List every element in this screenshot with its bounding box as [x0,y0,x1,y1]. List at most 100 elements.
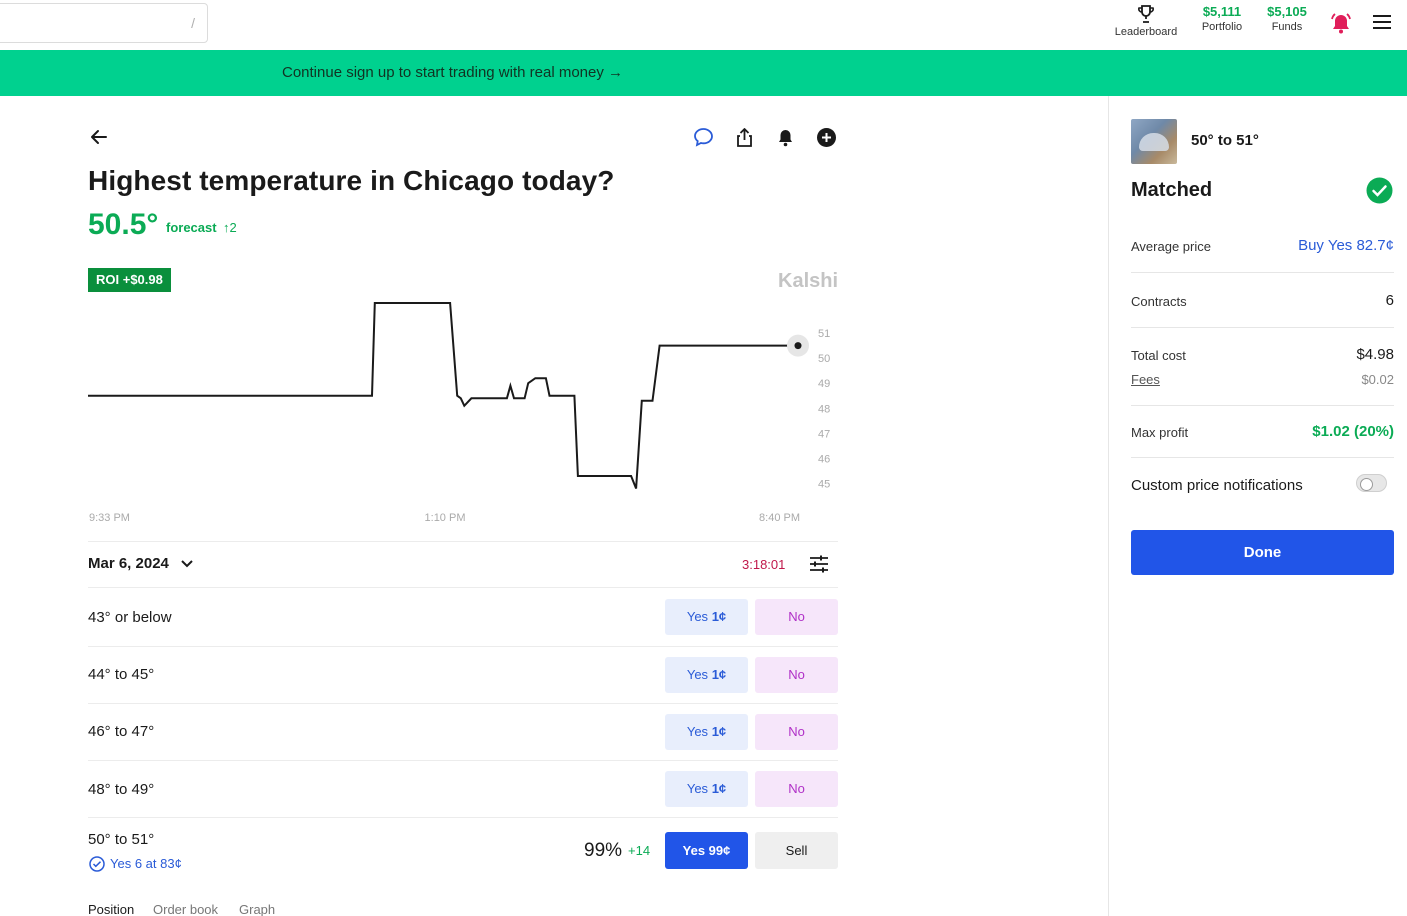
contracts-label: Contracts [1131,294,1187,309]
divider [88,760,838,761]
price-line [88,302,798,489]
add-circle-icon[interactable] [816,127,837,148]
sell-button[interactable]: Sell [755,832,838,869]
buy-yes-button[interactable]: Yes 1¢ [665,599,748,635]
last-point-marker [794,342,802,350]
x-tick-label: 9:33 PM [89,512,130,524]
forecast-delta: ↑2 [223,220,237,235]
alarm-bell-icon[interactable] [1329,11,1353,35]
portfolio-label: Portfolio [1201,21,1243,33]
total-cost-label: Total cost [1131,348,1186,363]
comment-icon[interactable] [693,127,714,148]
forecast-label: forecast [166,220,217,235]
yes-label: Yes [686,724,709,739]
max-profit-label: Max profit [1131,425,1189,440]
signup-banner-text[interactable]: Continue sign up to start trading with r… [282,64,623,81]
divider [1131,457,1394,458]
total-cost-value: $4.98 [1356,346,1394,363]
fees-link[interactable]: Fees [1131,372,1160,387]
hamburger-menu-icon[interactable] [1372,13,1392,31]
market-row-name: 44° to 45° [88,666,155,683]
back-arrow-icon[interactable] [89,127,109,147]
y-tick-label: 50 [818,353,830,365]
tab-order-book[interactable]: Order book [153,902,218,916]
roi-badge: ROI +$0.98 [88,268,171,292]
yes-price: 1¢ [711,667,727,682]
order-confirmation-panel: 50° to 51° Matched Average price Buy Yes… [1108,96,1407,916]
yes-price: 1¢ [711,609,727,624]
funds-label: Funds [1271,21,1303,33]
divider [1131,272,1394,273]
kalshi-watermark: Kalshi [778,270,839,292]
price-notifications-toggle[interactable] [1356,474,1387,492]
panel-market-name: 50° to 51° [1191,132,1259,149]
check-circle-icon [1366,177,1393,204]
buy-no-button[interactable]: No [755,599,838,635]
contracts-value: 6 [1385,292,1394,309]
buy-yes-button[interactable]: Yes 99¢ [665,832,748,869]
market-row: 43° or below Yes 1¢ No [88,599,838,635]
probability-percent: 99% [584,840,623,861]
market-row-name: 46° to 47° [88,723,155,740]
tab-position[interactable]: Position [88,902,134,916]
fees-value: $0.02 [1361,372,1394,387]
market-row: 48° to 49° Yes 1¢ No [88,771,838,807]
leaderboard-label: Leaderboard [1114,26,1178,38]
market-row-name: 48° to 49° [88,781,155,798]
yes-label: Yes [686,609,709,624]
y-tick-label: 51 [818,328,830,340]
probability-delta: +14 [628,843,651,858]
yes-label: Yes [686,667,709,682]
top-bar: / Leaderboard $5,111 Portfolio $5,105 Fu… [0,0,1407,50]
date-label[interactable]: Mar 6, 2024 [88,555,169,572]
bell-icon[interactable] [775,127,796,148]
filter-sliders-icon[interactable] [809,555,829,573]
nav-portfolio[interactable]: $5,111 Portfolio [1193,4,1251,33]
signup-banner[interactable]: Continue sign up to start trading with r… [0,50,1407,96]
average-price-value: Buy Yes 82.7¢ [1298,237,1394,254]
trophy-icon [1138,5,1154,23]
buy-no-button[interactable]: No [755,657,838,693]
divider [88,817,838,818]
average-price-label: Average price [1131,239,1211,254]
market-title: Highest temperature in Chicago today? [88,165,615,196]
price-notifications-label: Custom price notifications [1131,477,1303,494]
yes-price: 1¢ [711,781,727,796]
buy-yes-button[interactable]: Yes 1¢ [665,657,748,693]
search-input[interactable]: / [0,3,208,43]
share-icon[interactable] [734,127,755,148]
countdown-timer: 3:18:01 [742,557,786,572]
order-status: Matched [1131,179,1213,201]
max-profit-value: $1.02 (20%) [1312,423,1394,440]
nav-funds[interactable]: $5,105 Funds [1258,4,1316,33]
price-chart[interactable]: 51 50 49 48 47 46 45 9:33 PM 1:10 PM 8:40 PM [80,295,840,535]
buy-no-button[interactable]: No [755,714,838,750]
x-tick-label: 8:40 PM [759,512,800,524]
divider [88,587,838,588]
x-tick-label: 1:10 PM [425,512,466,524]
buy-yes-button[interactable]: Yes 1¢ [665,714,748,750]
yes-price: 1¢ [711,724,727,739]
market-row-name: 43° or below [88,609,172,626]
check-circle-icon [89,856,105,872]
forecast-value: 50.5° [88,208,159,241]
market-row: 44° to 45° Yes 1¢ No [88,657,838,693]
divider [1131,327,1394,328]
divider [88,541,838,542]
y-tick-label: 45 [818,479,830,491]
tab-graph[interactable]: Graph [239,902,275,916]
y-tick-label: 47 [818,428,830,440]
divider [88,646,838,647]
nav-leaderboard[interactable]: Leaderboard [1110,4,1182,38]
market-thumbnail [1131,119,1177,164]
market-row: 46° to 47° Yes 1¢ No [88,714,838,750]
search-shortcut-hint: / [191,15,195,31]
funds-value: $5,105 [1267,4,1307,19]
done-button[interactable]: Done [1131,530,1394,575]
market-row-name: 50° to 51° [88,831,155,848]
yes-label: Yes [686,781,709,796]
buy-yes-button[interactable]: Yes 1¢ [665,771,748,807]
buy-no-button[interactable]: No [755,771,838,807]
y-tick-label: 46 [818,453,830,465]
chevron-down-icon[interactable] [180,558,194,570]
